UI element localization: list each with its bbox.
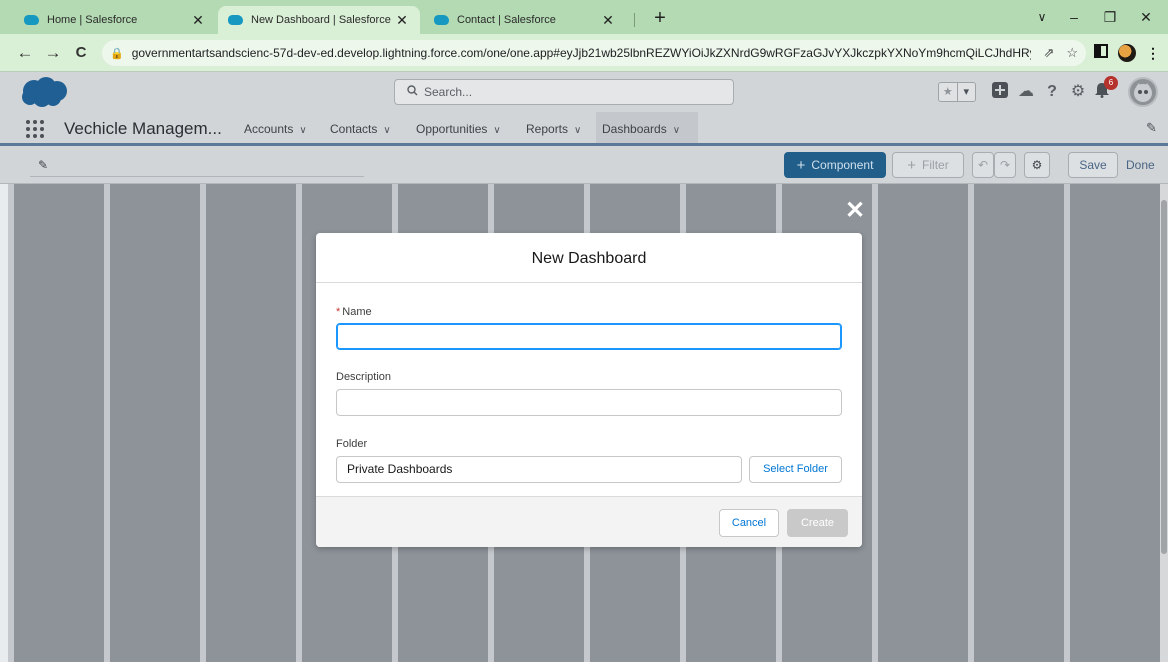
- sidebar-panel-icon[interactable]: [1092, 44, 1110, 62]
- browser-menu-icon[interactable]: ⋮: [1144, 44, 1162, 62]
- done-button[interactable]: Done: [1126, 158, 1155, 172]
- dashboard-name-input[interactable]: [336, 323, 842, 350]
- modal-footer: Cancel Create: [316, 496, 862, 547]
- new-dashboard-modal: New Dashboard * Name Description Folder P…: [316, 233, 862, 547]
- folder-field-label: Folder: [336, 438, 368, 450]
- app-name: Vechicle Managem...: [64, 119, 222, 138]
- name-label-text: Name: [342, 306, 372, 318]
- add-component-button[interactable]: + Component: [784, 152, 886, 178]
- new-tab-button[interactable]: +: [648, 8, 672, 30]
- edit-nav-pencil-icon[interactable]: ✎: [1146, 120, 1157, 136]
- notification-count-badge: 6: [1104, 76, 1118, 90]
- nav-item-accounts[interactable]: Accounts ∨: [238, 112, 313, 143]
- favorite-star-icon[interactable]: ★: [939, 83, 957, 101]
- close-tab-icon[interactable]: ✕: [190, 12, 206, 29]
- component-button-label: Component: [811, 158, 874, 172]
- required-asterisk: *: [336, 306, 341, 318]
- dashboard-editor-toolbar: ✎ + Component + Filter ↶ ↷ ⚙ Save Done: [0, 146, 1168, 184]
- undo-icon[interactable]: ↶: [972, 152, 994, 178]
- minimize-button[interactable]: –: [1060, 6, 1088, 28]
- salesforce-logo-icon[interactable]: [20, 76, 68, 108]
- share-icon[interactable]: ⇗: [1043, 45, 1054, 61]
- tab-search-chevron-icon[interactable]: ∨: [1028, 6, 1056, 28]
- nav-item-reports[interactable]: Reports ∨: [520, 112, 587, 143]
- chevron-down-icon[interactable]: ∨: [299, 125, 306, 136]
- app-launcher-icon[interactable]: [26, 120, 44, 138]
- redo-icon[interactable]: ↷: [994, 152, 1016, 178]
- browser-tab-strip: Home | Salesforce ✕ New Dashboard | Sale…: [0, 0, 1168, 34]
- favorites-dropdown-icon[interactable]: ▾: [956, 83, 976, 101]
- bookmark-star-icon[interactable]: ☆: [1066, 45, 1078, 61]
- plus-icon: +: [907, 156, 917, 174]
- select-folder-button[interactable]: Select Folder: [749, 456, 842, 483]
- dashboard-description-input[interactable]: [336, 389, 842, 416]
- global-actions-plus-icon[interactable]: [990, 82, 1010, 102]
- close-tab-icon[interactable]: ✕: [394, 12, 410, 29]
- nav-item-contacts[interactable]: Contacts ∨: [324, 112, 397, 143]
- tab-title: Home | Salesforce: [47, 14, 138, 26]
- restore-button[interactable]: ❐: [1096, 6, 1124, 28]
- nav-item-label: Contacts: [330, 122, 378, 136]
- add-filter-button[interactable]: + Filter: [892, 152, 964, 178]
- dashboard-title-field[interactable]: [30, 176, 364, 177]
- lock-icon: 🔒: [110, 47, 124, 60]
- save-button[interactable]: Save: [1068, 152, 1118, 178]
- modal-body: * Name Description Folder Private Dashboa…: [316, 283, 862, 496]
- search-icon: [407, 85, 418, 99]
- salesforce-favicon-icon: [434, 15, 449, 25]
- tab-title: New Dashboard | Salesforce: [251, 14, 391, 26]
- salesforce-favicon-icon: [228, 15, 243, 25]
- url-text: governmentartsandscienc-57d-dev-ed.devel…: [131, 46, 1032, 60]
- close-window-button[interactable]: ✕: [1132, 6, 1160, 28]
- favorites-control[interactable]: ★ ▾: [938, 82, 976, 102]
- search-placeholder: Search...: [424, 85, 473, 99]
- user-avatar[interactable]: [1128, 77, 1158, 107]
- filter-button-label: Filter: [922, 158, 949, 172]
- chevron-down-icon[interactable]: ∨: [574, 125, 581, 136]
- plus-icon: +: [796, 156, 806, 174]
- salesforce-favicon-icon: [24, 15, 39, 25]
- scrollbar-thumb[interactable]: [1161, 200, 1167, 554]
- profile-avatar-icon[interactable]: [1118, 44, 1136, 62]
- app-navigation-bar: Vechicle Managem... Accounts ∨ Contacts ∨ …: [0, 112, 1168, 146]
- cancel-button[interactable]: Cancel: [719, 509, 779, 537]
- browser-tab-new-dashboard[interactable]: New Dashboard | Salesforce ✕: [218, 6, 420, 34]
- chevron-down-icon[interactable]: ∨: [493, 125, 500, 136]
- page-scrollbar[interactable]: [1160, 184, 1168, 662]
- nav-item-label: Accounts: [244, 122, 294, 136]
- browser-tab-contact[interactable]: Contact | Salesforce ✕: [424, 6, 626, 34]
- name-field-label: * Name: [336, 306, 372, 318]
- nav-item-opportunities[interactable]: Opportunities ∨: [410, 112, 507, 143]
- close-modal-icon[interactable]: ✕: [844, 199, 866, 223]
- tab-title: Contact | Salesforce: [457, 14, 556, 26]
- forward-icon[interactable]: →: [42, 42, 64, 64]
- reload-icon[interactable]: C: [70, 42, 92, 64]
- nav-item-label: Opportunities: [416, 122, 488, 136]
- url-bar[interactable]: 🔒 governmentartsandscienc-57d-dev-ed.dev…: [102, 40, 1086, 66]
- modal-title: New Dashboard: [316, 233, 862, 283]
- chevron-down-icon[interactable]: ∨: [383, 125, 390, 136]
- setup-gear-icon[interactable]: ⚙: [1068, 82, 1088, 102]
- create-button[interactable]: Create: [787, 509, 848, 537]
- global-search-input[interactable]: Search...: [394, 79, 734, 105]
- edit-title-pencil-icon[interactable]: ✎: [38, 158, 48, 172]
- tab-separator: [634, 13, 635, 27]
- salesforce-global-header: Search... ★ ▾ ☁ ? ⚙ 6: [0, 72, 1168, 112]
- chevron-down-icon[interactable]: ∨: [673, 125, 680, 136]
- back-icon[interactable]: ←: [14, 42, 36, 64]
- description-field-label: Description: [336, 371, 392, 383]
- nav-item-label: Reports: [526, 122, 569, 136]
- folder-value-field: Private Dashboards: [336, 456, 742, 483]
- nav-item-label: Dashboards: [602, 122, 667, 136]
- close-tab-icon[interactable]: ✕: [600, 12, 616, 29]
- properties-gear-icon[interactable]: ⚙: [1024, 152, 1050, 178]
- browser-tab-home[interactable]: Home | Salesforce ✕: [14, 6, 216, 34]
- nav-item-dashboards[interactable]: Dashboards ∨: [596, 112, 698, 146]
- help-icon[interactable]: ?: [1042, 82, 1062, 102]
- browser-address-bar: ← → C 🔒 governmentartsandscienc-57d-dev-…: [0, 34, 1168, 72]
- trailhead-guidance-icon[interactable]: ☁: [1016, 82, 1036, 102]
